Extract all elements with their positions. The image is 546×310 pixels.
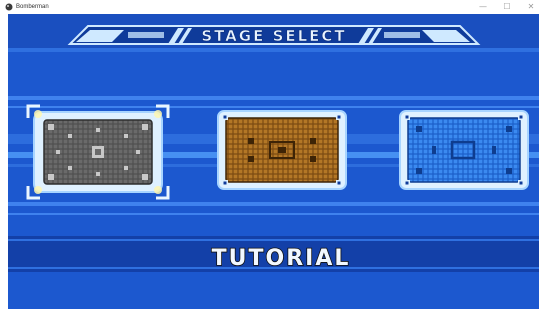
stage-card-tutorial[interactable] bbox=[26, 104, 170, 200]
stage-card-2[interactable] bbox=[217, 110, 347, 190]
bomberman-app-icon bbox=[5, 3, 13, 11]
close-button[interactable]: ✕ bbox=[520, 0, 542, 14]
minimize-button[interactable]: — bbox=[472, 0, 494, 14]
game-viewport: STAGE SELECT TUTORIAL bbox=[8, 14, 539, 309]
stage-select-scene: STAGE SELECT TUTORIAL bbox=[8, 14, 539, 309]
app-window: Bomberman — ☐ ✕ STAGE SELECT TUTORIAL bbox=[0, 0, 546, 310]
stage-select-header: STAGE SELECT bbox=[201, 27, 346, 45]
maximize-button[interactable]: ☐ bbox=[496, 0, 518, 14]
header-divider bbox=[8, 48, 539, 52]
window-title: Bomberman bbox=[16, 4, 49, 10]
stage-card-3[interactable] bbox=[399, 110, 529, 190]
title-bar: Bomberman — ☐ ✕ bbox=[0, 0, 546, 14]
selected-stage-name: TUTORIAL bbox=[212, 246, 351, 271]
